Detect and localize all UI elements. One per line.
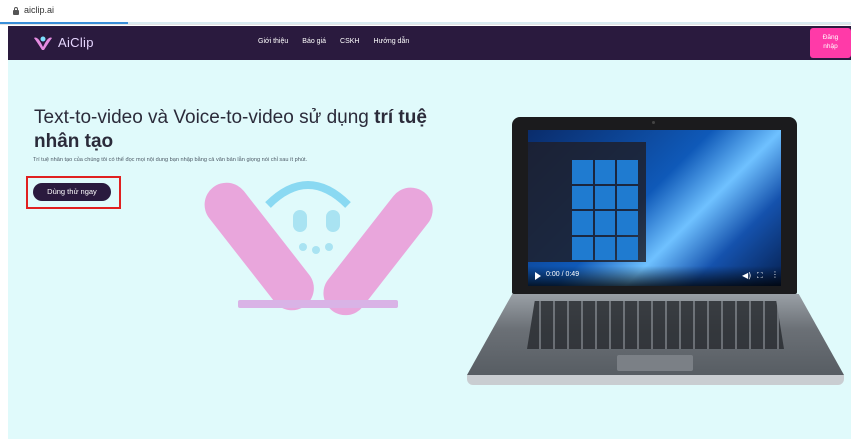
try-now-button[interactable]: Dùng thử ngay: [33, 183, 111, 201]
url-text[interactable]: aiclip.ai: [24, 5, 54, 15]
hero-subtext: Trí tuệ nhân tạo của chúng tôi có thể đọ…: [33, 157, 308, 163]
site-header: AiClip Giới thiệu Báo giá CSKH Hướng dẫn: [8, 26, 851, 60]
brand-name[interactable]: AiClip: [58, 35, 94, 50]
menu-item-cskh[interactable]: CSKH: [340, 38, 359, 45]
aiclip-logo-icon[interactable]: [32, 34, 54, 52]
laptop-keyboard: [527, 301, 784, 349]
webcam-icon: [652, 121, 655, 124]
laptop-touchpad: [617, 355, 693, 371]
menu-item-bao-gia[interactable]: Báo giá: [302, 38, 326, 45]
windows-start-menu: [528, 142, 646, 262]
volume-icon[interactable]: ◀): [742, 271, 751, 280]
fullscreen-icon[interactable]: ⛶: [757, 271, 763, 281]
play-icon[interactable]: [535, 272, 541, 280]
video-controls: 0:00 / 0:49 ◀) ⛶ ⋮: [528, 266, 781, 286]
menu-item-huong-dan[interactable]: Hướng dẫn: [373, 38, 409, 45]
hero-headline: Text-to-video và Voice-to-video sử dụng …: [34, 107, 427, 152]
browser-address-bar[interactable]: aiclip.ai: [0, 0, 851, 25]
mascot-watermark: [204, 181, 433, 316]
page-load-progress: [0, 22, 851, 24]
laptop-bezel: 0:00 / 0:49 ◀) ⛶ ⋮: [512, 117, 797, 294]
video-time: 0:00 / 0:49: [546, 271, 580, 278]
menu-item-gioi-thieu[interactable]: Giới thiệu: [258, 38, 288, 45]
laptop-front-edge: [467, 375, 844, 385]
hero-section: Text-to-video và Voice-to-video sử dụng …: [8, 60, 851, 439]
lock-icon: [13, 7, 19, 15]
video-screen[interactable]: 0:00 / 0:49 ◀) ⛶ ⋮: [528, 130, 781, 286]
more-options-icon[interactable]: ⋮: [771, 270, 779, 279]
login-button[interactable]: Đăng nhập: [810, 28, 851, 58]
main-menu: Giới thiệu Báo giá CSKH Hướng dẫn: [258, 38, 409, 45]
